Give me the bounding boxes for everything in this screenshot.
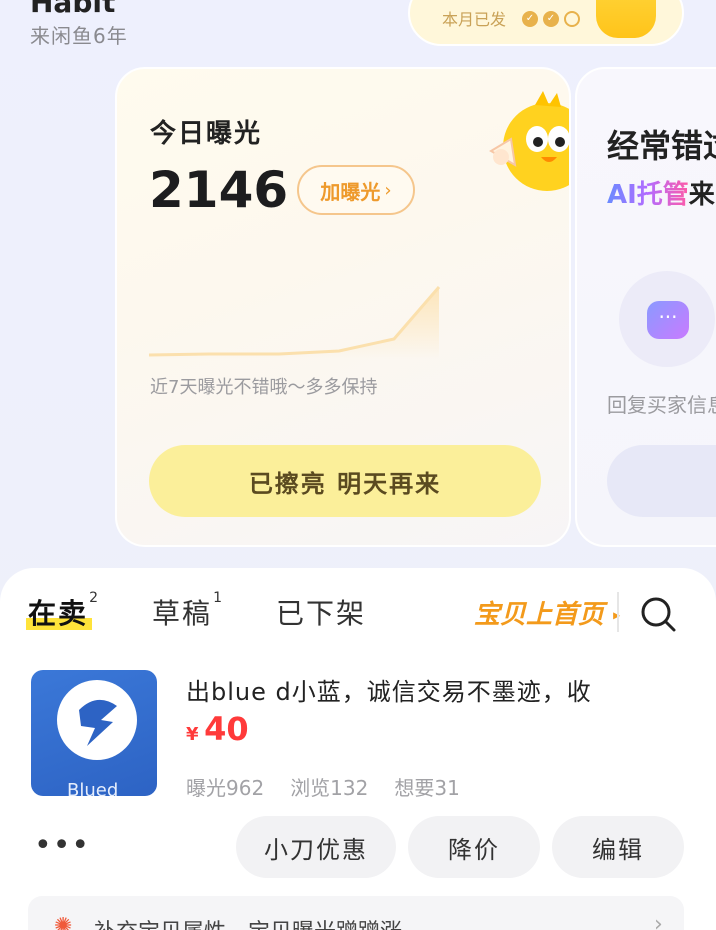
- exposure-title: 今日曝光: [150, 119, 263, 149]
- stat-exposure: 曝光962: [186, 776, 265, 800]
- search-icon[interactable]: [638, 594, 678, 634]
- tab-delisted[interactable]: 已下架: [276, 592, 366, 632]
- more-options-button[interactable]: •••: [34, 828, 90, 863]
- stat-views: 浏览132: [290, 776, 369, 800]
- polished-status-button[interactable]: 已擦亮 明天再来: [149, 445, 541, 517]
- promote-label: 宝贝上首页: [474, 600, 605, 630]
- reduce-price-button[interactable]: 降价: [408, 816, 540, 878]
- sun-icon: ✺: [54, 914, 73, 930]
- item-thumbnail[interactable]: Blued: [31, 670, 157, 796]
- ai-card-subtitle: AI托管来: [607, 174, 715, 211]
- stat-wants: 想要31: [394, 776, 460, 800]
- item-price: ¥ 40: [186, 710, 249, 748]
- tab-on-sale-label: 在卖: [28, 597, 89, 630]
- monthly-post-badge[interactable]: 本月已发 ✓ ✓: [408, 0, 684, 46]
- chevron-right-icon: ›: [654, 912, 663, 930]
- tab-drafts-label: 草稿: [152, 597, 213, 630]
- ai-enable-button[interactable]: [607, 445, 716, 517]
- tip-text: 补充宝贝属性，宝贝曝光蹭蹭涨: [94, 914, 402, 930]
- tab-drafts[interactable]: 草稿 1: [152, 590, 222, 632]
- attribute-tip-bar[interactable]: ✺ 补充宝贝属性，宝贝曝光蹭蹭涨 ›: [28, 896, 684, 930]
- edit-button[interactable]: 编辑: [552, 816, 684, 878]
- monthly-checks: ✓ ✓: [522, 11, 580, 27]
- exposure-count: 2146: [149, 161, 289, 219]
- reward-jar-icon: [596, 0, 656, 38]
- check-done-icon: ✓: [543, 11, 559, 27]
- currency-symbol: ¥: [186, 724, 199, 745]
- exposure-hint: 近7天曝光不错哦～多多保持: [150, 377, 378, 398]
- monthly-post-label: 本月已发: [442, 10, 507, 29]
- ai-card-hint: 回复买家信息: [607, 393, 716, 417]
- member-duration: 来闲鱼6年: [30, 24, 128, 48]
- header-divider: [617, 592, 619, 632]
- ai-subtitle-rest: 来: [688, 180, 715, 210]
- item-title[interactable]: 出blue d小蓝，诚信交易不墨迹，收: [186, 672, 592, 707]
- listings-panel: 在卖 2 草稿 1 已下架 宝贝上首页 ▸ B: [0, 568, 716, 930]
- chick-mascot-icon: [489, 91, 569, 191]
- check-done-icon: ✓: [522, 11, 538, 27]
- tab-on-sale-count: 2: [89, 590, 101, 606]
- boost-exposure-button[interactable]: 加曝光 ›: [297, 165, 415, 215]
- chevron-right-icon: ›: [384, 179, 392, 201]
- thumbnail-app-name: Blued: [67, 780, 119, 796]
- exposure-trend-chart: [149, 286, 441, 359]
- chat-icon-wrap: ···: [619, 271, 715, 367]
- ai-managed-label: AI托管: [607, 180, 689, 210]
- blued-logo-icon: [57, 680, 137, 760]
- exposure-card[interactable]: 今日曝光 2146 加曝光 › 近7天曝光不错哦～多多保持 已擦亮 明天再来: [115, 67, 571, 547]
- check-empty-icon: [564, 11, 580, 27]
- ai-card-title: 经常错过: [607, 127, 716, 165]
- chat-bubble-icon: ···: [647, 301, 689, 339]
- ai-reply-card[interactable]: 经常错过 AI托管来 ··· 回复买家信息: [575, 67, 716, 547]
- user-name: Habit: [30, 0, 116, 19]
- coupon-button[interactable]: 小刀优惠: [236, 816, 396, 878]
- boost-exposure-label: 加曝光: [320, 179, 381, 204]
- tab-delisted-label: 已下架: [276, 597, 367, 630]
- tab-on-sale[interactable]: 在卖 2: [26, 590, 98, 632]
- item-stats: 曝光962 浏览132 想要31: [186, 772, 460, 801]
- tab-drafts-count: 1: [213, 590, 225, 606]
- screen: Habit 来闲鱼6年 本月已发 ✓ ✓ 今日曝光 2146 加曝光 › 近7天…: [0, 0, 716, 930]
- promote-to-homepage-link[interactable]: 宝贝上首页 ▸: [474, 594, 620, 631]
- price-value: 40: [204, 710, 249, 748]
